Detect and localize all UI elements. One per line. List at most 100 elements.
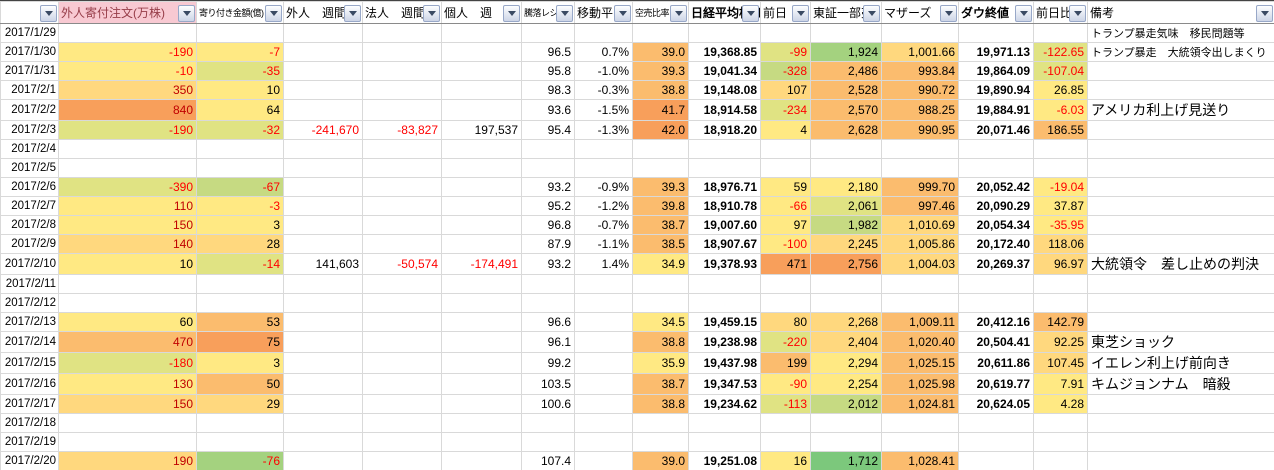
cell-c1[interactable]: 150 — [59, 395, 197, 414]
cell-c3[interactable] — [284, 81, 363, 100]
column-header-nikkei-change[interactable]: 前日 — [761, 2, 811, 24]
cell-c1[interactable]: 190 — [59, 452, 197, 470]
cell-c5[interactable] — [442, 374, 522, 395]
cell-c2[interactable]: 29 — [197, 395, 284, 414]
cell-c5[interactable] — [442, 395, 522, 414]
note-cell[interactable] — [1088, 140, 1274, 159]
cell-c13[interactable]: 20,611.86 — [959, 353, 1034, 374]
cell-c5[interactable] — [442, 353, 522, 374]
column-header-mothers-index[interactable]: マザーズ — [882, 2, 959, 24]
cell-c7[interactable] — [575, 414, 633, 433]
cell-c8[interactable]: 38.5 — [633, 235, 689, 254]
date-cell[interactable]: 2017/2/13 — [1, 313, 59, 332]
cell-c11[interactable]: 2,245 — [811, 235, 882, 254]
cell-c13[interactable]: 20,054.34 — [959, 216, 1034, 235]
note-cell[interactable] — [1088, 216, 1274, 235]
filter-button-date[interactable] — [40, 5, 57, 22]
cell-c8[interactable]: 38.7 — [633, 374, 689, 395]
cell-c9[interactable]: 19,347.53 — [689, 374, 761, 395]
cell-c1[interactable]: -390 — [59, 178, 197, 197]
cell-c1[interactable]: -180 — [59, 353, 197, 374]
cell-c9[interactable] — [689, 24, 761, 43]
cell-c13[interactable]: 20,090.29 — [959, 197, 1034, 216]
date-cell[interactable]: 2017/2/20 — [1, 452, 59, 470]
cell-c6[interactable] — [522, 275, 575, 294]
cell-c3[interactable] — [284, 433, 363, 452]
filter-button-tse-first-section-volume[interactable] — [863, 5, 880, 22]
cell-c4[interactable] — [363, 433, 442, 452]
note-cell[interactable] — [1088, 294, 1274, 313]
cell-c12[interactable] — [882, 275, 959, 294]
cell-c10[interactable]: -66 — [761, 197, 811, 216]
cell-c14[interactable] — [1034, 140, 1088, 159]
date-cell[interactable]: 2017/2/1 — [1, 81, 59, 100]
cell-c8[interactable]: 34.9 — [633, 254, 689, 275]
cell-c6[interactable]: 96.1 — [522, 332, 575, 353]
filter-button-short-sell-ratio[interactable] — [670, 5, 687, 22]
cell-c13[interactable] — [959, 140, 1034, 159]
cell-c9[interactable]: 18,910.78 — [689, 197, 761, 216]
cell-c8[interactable]: 38.8 — [633, 395, 689, 414]
cell-c13[interactable]: 20,071.46 — [959, 121, 1034, 140]
cell-c8[interactable]: 39.0 — [633, 452, 689, 470]
cell-c11[interactable] — [811, 294, 882, 313]
date-cell[interactable]: 2017/2/7 — [1, 197, 59, 216]
cell-c7[interactable]: 0.7% — [575, 43, 633, 62]
note-cell[interactable] — [1088, 433, 1274, 452]
cell-c5[interactable] — [442, 275, 522, 294]
cell-c10[interactable] — [761, 24, 811, 43]
cell-c12[interactable]: 999.70 — [882, 178, 959, 197]
cell-c12[interactable]: 1,010.69 — [882, 216, 959, 235]
cell-c6[interactable] — [522, 433, 575, 452]
cell-c10[interactable]: -113 — [761, 395, 811, 414]
column-header-nikkei-average[interactable]: 日経平均株価 — [689, 2, 761, 24]
cell-c14[interactable] — [1034, 275, 1088, 294]
cell-c13[interactable] — [959, 275, 1034, 294]
cell-c2[interactable]: 28 — [197, 235, 284, 254]
cell-c9[interactable]: 19,007.60 — [689, 216, 761, 235]
cell-c10[interactable] — [761, 140, 811, 159]
cell-c5[interactable] — [442, 197, 522, 216]
cell-c8[interactable]: 41.7 — [633, 100, 689, 121]
cell-c6[interactable]: 98.3 — [522, 81, 575, 100]
cell-c6[interactable]: 107.4 — [522, 452, 575, 470]
cell-c8[interactable]: 39.3 — [633, 178, 689, 197]
cell-c10[interactable]: 4 — [761, 121, 811, 140]
date-cell[interactable]: 2017/2/17 — [1, 395, 59, 414]
cell-c5[interactable] — [442, 235, 522, 254]
cell-c11[interactable]: 2,486 — [811, 62, 882, 81]
column-header-individual-weekly[interactable]: 個人 週 — [442, 2, 522, 24]
cell-c9[interactable]: 19,368.85 — [689, 43, 761, 62]
cell-c3[interactable] — [284, 62, 363, 81]
cell-c5[interactable] — [442, 216, 522, 235]
cell-c13[interactable]: 19,890.94 — [959, 81, 1034, 100]
cell-c11[interactable]: 2,628 — [811, 121, 882, 140]
cell-c5[interactable] — [442, 43, 522, 62]
cell-c9[interactable]: 19,378.93 — [689, 254, 761, 275]
cell-c1[interactable]: 110 — [59, 197, 197, 216]
cell-c7[interactable] — [575, 294, 633, 313]
cell-c8[interactable] — [633, 414, 689, 433]
column-header-advance-decline-ratio[interactable]: 騰落レシオ — [522, 2, 575, 24]
cell-c3[interactable] — [284, 395, 363, 414]
filter-button-corporate-weekly[interactable] — [423, 5, 440, 22]
column-header-tse-first-section-volume[interactable]: 東証一部売 — [811, 2, 882, 24]
cell-c7[interactable]: 1.4% — [575, 254, 633, 275]
cell-c4[interactable] — [363, 216, 442, 235]
date-cell[interactable]: 2017/2/16 — [1, 374, 59, 395]
cell-c1[interactable] — [59, 275, 197, 294]
cell-c9[interactable]: 18,907.67 — [689, 235, 761, 254]
cell-c2[interactable]: 53 — [197, 313, 284, 332]
date-cell[interactable]: 2017/1/30 — [1, 43, 59, 62]
cell-c3[interactable] — [284, 216, 363, 235]
cell-c2[interactable]: -3 — [197, 197, 284, 216]
cell-c7[interactable]: -0.9% — [575, 178, 633, 197]
cell-c13[interactable]: 19,884.91 — [959, 100, 1034, 121]
cell-c7[interactable] — [575, 332, 633, 353]
filter-button-remarks[interactable] — [1256, 5, 1273, 22]
cell-c10[interactable]: 199 — [761, 353, 811, 374]
cell-c7[interactable]: -1.1% — [575, 235, 633, 254]
cell-c14[interactable]: -6.03 — [1034, 100, 1088, 121]
date-cell[interactable]: 2017/2/15 — [1, 353, 59, 374]
cell-c2[interactable]: -7 — [197, 43, 284, 62]
